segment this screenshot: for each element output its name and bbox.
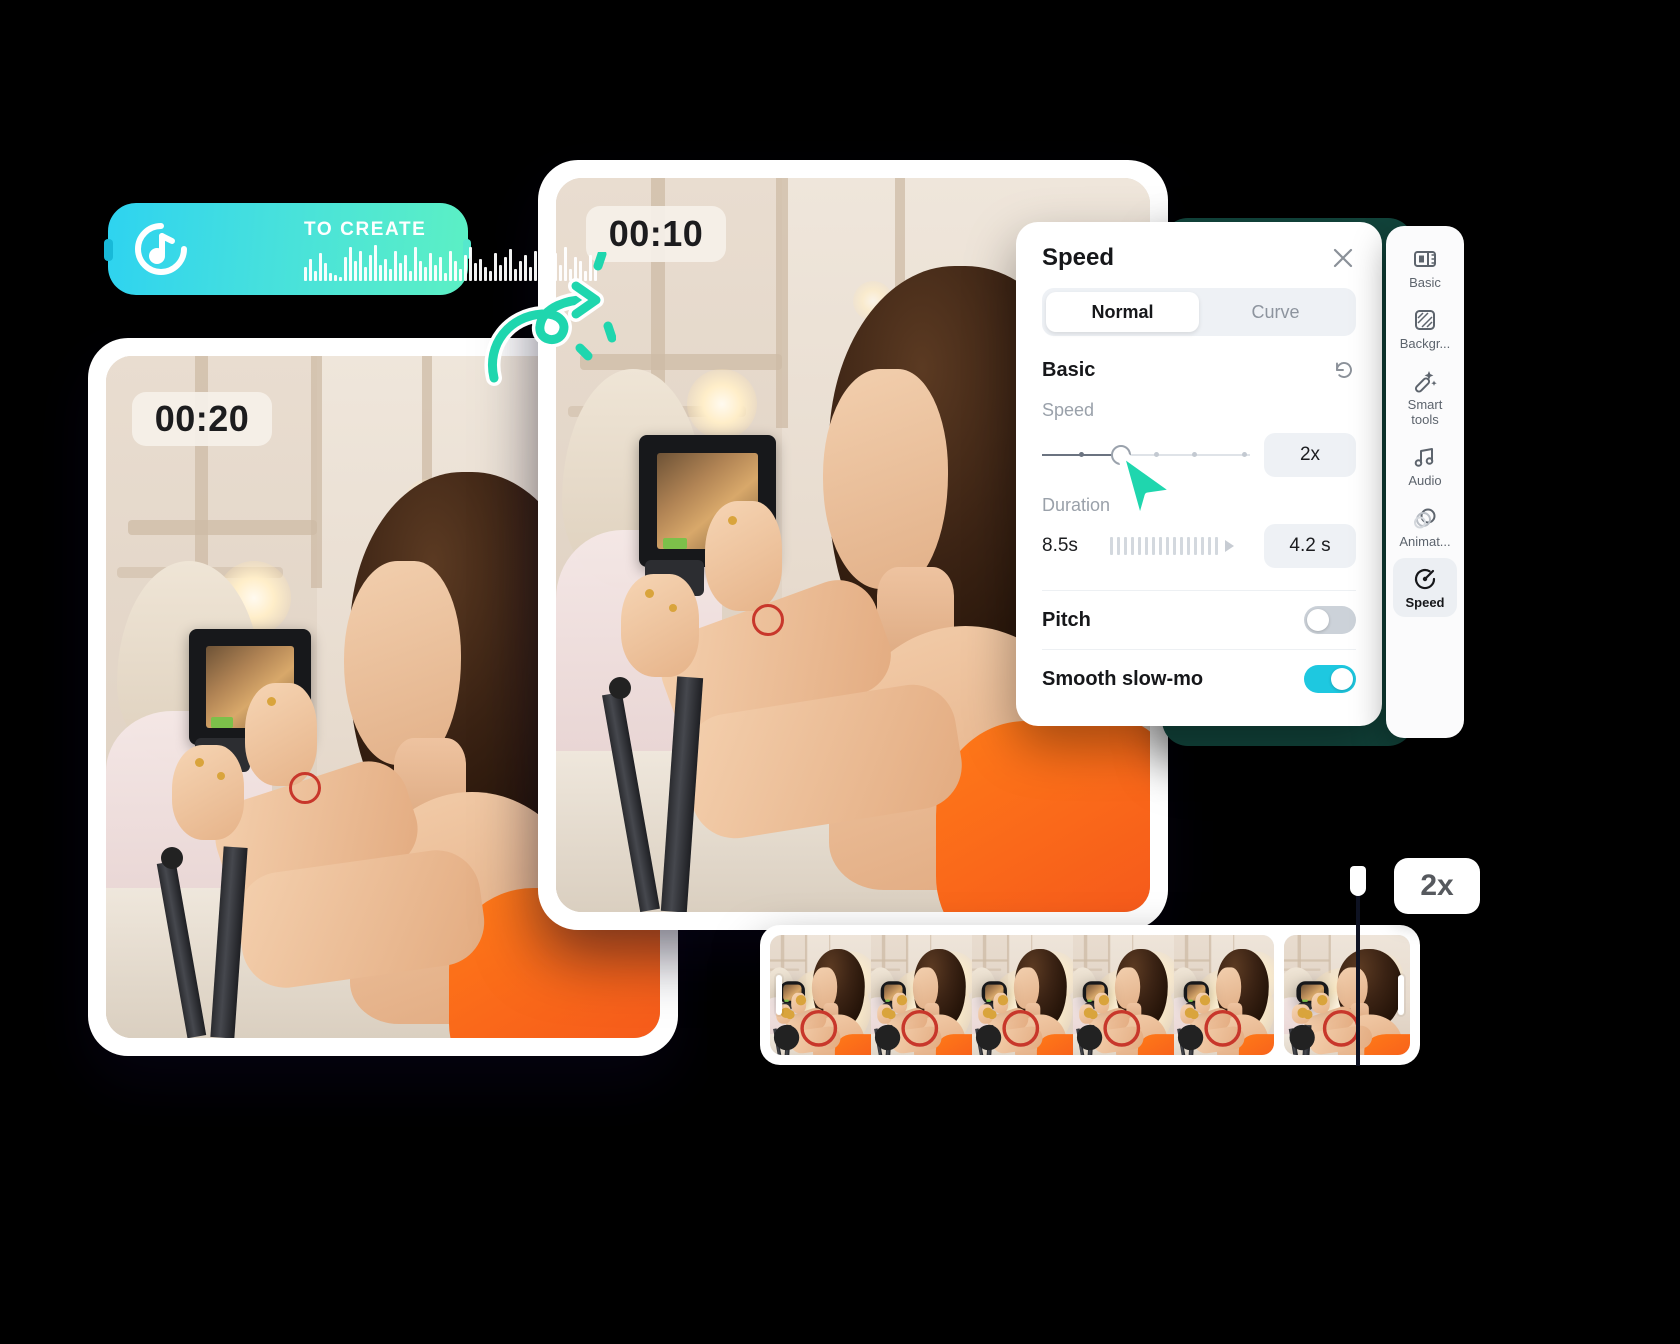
magic-wand-icon	[1412, 368, 1438, 394]
clip-frames	[1284, 935, 1410, 1055]
timeline-frame	[871, 935, 972, 1055]
pitch-toggle[interactable]	[1304, 606, 1356, 634]
sidebar-label: Speed	[1405, 594, 1445, 610]
sidebar-item-audio[interactable]: Audio	[1393, 436, 1457, 495]
music-note-icon	[1412, 444, 1438, 470]
sidebar-label: Basic	[1409, 275, 1441, 290]
sidebar-label: Backgr...	[1399, 335, 1451, 351]
speedometer-icon	[1412, 566, 1438, 592]
trim-handle-right[interactable]	[1398, 975, 1404, 1015]
duration-result[interactable]: 4.2 s	[1264, 524, 1356, 568]
basic-section-header: Basic	[1042, 358, 1356, 382]
pitch-row: Pitch	[1042, 591, 1356, 649]
chip-notch-left	[104, 239, 113, 261]
slider-tick	[1191, 452, 1197, 457]
sidebar-item-speed[interactable]: Speed	[1393, 557, 1457, 617]
panel-title: Speed	[1042, 244, 1115, 271]
sidebar-item-animation[interactable]: Animat...	[1393, 497, 1457, 556]
duration-original: 8.5s	[1042, 535, 1078, 556]
composition-stage: 00:20 00:10 TO CREATE Speed Normal Curve…	[0, 0, 1680, 1344]
speed-field-label: Speed	[1042, 400, 1095, 420]
speed-slider[interactable]	[1042, 445, 1250, 465]
playhead[interactable]	[1356, 866, 1360, 1066]
trim-handle-left[interactable]	[776, 975, 782, 1015]
tab-curve[interactable]: Curve	[1199, 292, 1352, 332]
pitch-label: Pitch	[1042, 608, 1091, 631]
music-disc-icon	[134, 222, 188, 276]
section-title: Basic	[1042, 358, 1096, 381]
timeline-frame	[770, 935, 871, 1055]
timeline-frame	[972, 935, 1073, 1055]
playhead-handle[interactable]	[1350, 866, 1366, 896]
sidebar-item-smart-tools[interactable]: Smart tools	[1393, 360, 1457, 434]
tools-sidebar: Basic Backgr... Smart tools Audio Animat…	[1386, 226, 1464, 738]
speed-value[interactable]: 2x	[1264, 433, 1356, 477]
smooth-slowmo-label: Smooth slow-mo	[1042, 667, 1204, 690]
tab-normal[interactable]: Normal	[1046, 292, 1199, 332]
timeline-frame	[1073, 935, 1174, 1055]
smooth-slowmo-toggle[interactable]	[1304, 665, 1356, 693]
speed-mode-tabs: Normal Curve	[1042, 288, 1356, 336]
clip-primary[interactable]	[770, 935, 1274, 1055]
timestamp-badge-back: 00:20	[132, 392, 272, 446]
audio-chip-label: TO CREATE	[304, 219, 427, 240]
slider-tick	[1241, 452, 1247, 457]
slider-tick	[1154, 452, 1160, 457]
curved-arrow-icon	[476, 249, 617, 392]
sidebar-label: Animat...	[1399, 533, 1451, 549]
duration-ticks	[1110, 537, 1250, 555]
slider-tick	[1079, 452, 1085, 457]
slider-thumb[interactable]	[1110, 445, 1131, 465]
panel-header: Speed	[1042, 222, 1356, 272]
speed-slider-row: 2x	[1042, 433, 1356, 477]
duration-field-label: Duration	[1042, 495, 1111, 515]
timeline-card	[760, 925, 1420, 1065]
reset-icon[interactable]	[1332, 358, 1356, 382]
animation-icon	[1412, 505, 1438, 531]
speed-settings-panel: Speed Normal Curve Basic Speed 2x Durati…	[1016, 222, 1382, 726]
smooth-slowmo-row: Smooth slow-mo	[1042, 650, 1356, 708]
timeline-frame	[1174, 935, 1274, 1055]
audio-track-chip[interactable]: TO CREATE	[104, 203, 597, 295]
duration-row: 8.5s 4.2 s	[1042, 524, 1356, 568]
close-icon[interactable]	[1330, 245, 1356, 271]
background-icon	[1412, 307, 1438, 333]
clip-frames	[770, 935, 1274, 1055]
sidebar-label: Audio	[1408, 472, 1442, 488]
filmstrip-icon	[1412, 246, 1438, 272]
speed-badge: 2x	[1394, 858, 1480, 914]
clip-secondary[interactable]	[1284, 935, 1410, 1055]
sidebar-item-basic[interactable]: Basic	[1393, 238, 1457, 297]
sidebar-item-background[interactable]: Backgr...	[1393, 299, 1457, 358]
timeline-frame	[1284, 935, 1410, 1055]
sidebar-label: Smart tools	[1407, 396, 1443, 427]
